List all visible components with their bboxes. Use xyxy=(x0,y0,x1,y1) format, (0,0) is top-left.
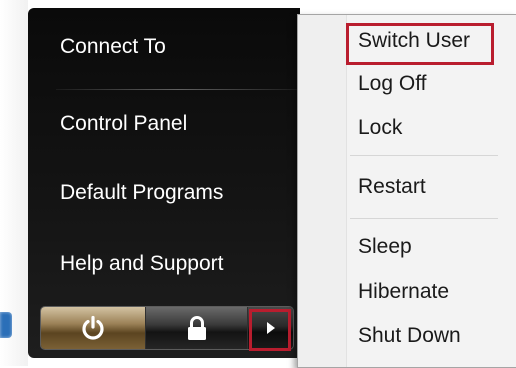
flyout-item-shut-down[interactable]: Shut Down xyxy=(358,324,461,348)
menu-item-control-panel[interactable]: Control Panel xyxy=(60,104,187,144)
flyout-item-sleep[interactable]: Sleep xyxy=(358,235,412,259)
arrow-highlight-box xyxy=(249,309,291,351)
power-button[interactable] xyxy=(41,307,145,349)
flyout-item-log-off[interactable]: Log Off xyxy=(358,72,427,96)
flyout-gutter xyxy=(298,15,347,367)
menu-item-help-and-support[interactable]: Help and Support xyxy=(60,244,223,284)
menu-divider xyxy=(56,89,300,90)
flyout-item-hibernate[interactable]: Hibernate xyxy=(358,280,449,304)
flyout-separator xyxy=(350,218,498,219)
flyout-separator xyxy=(350,155,498,156)
switch-user-highlight-box xyxy=(346,23,494,65)
lock-button[interactable] xyxy=(145,307,247,349)
desktop-edge-tab xyxy=(0,312,12,338)
shutdown-flyout-menu: Switch User Log Off Lock Restart Sleep H… xyxy=(297,14,516,368)
flyout-item-restart[interactable]: Restart xyxy=(358,175,426,199)
flyout-item-lock[interactable]: Lock xyxy=(358,116,402,140)
menu-item-default-programs[interactable]: Default Programs xyxy=(60,173,223,213)
power-icon xyxy=(82,315,104,340)
lock-icon xyxy=(187,316,206,340)
menu-item-connect-to[interactable]: Connect To xyxy=(60,27,166,67)
